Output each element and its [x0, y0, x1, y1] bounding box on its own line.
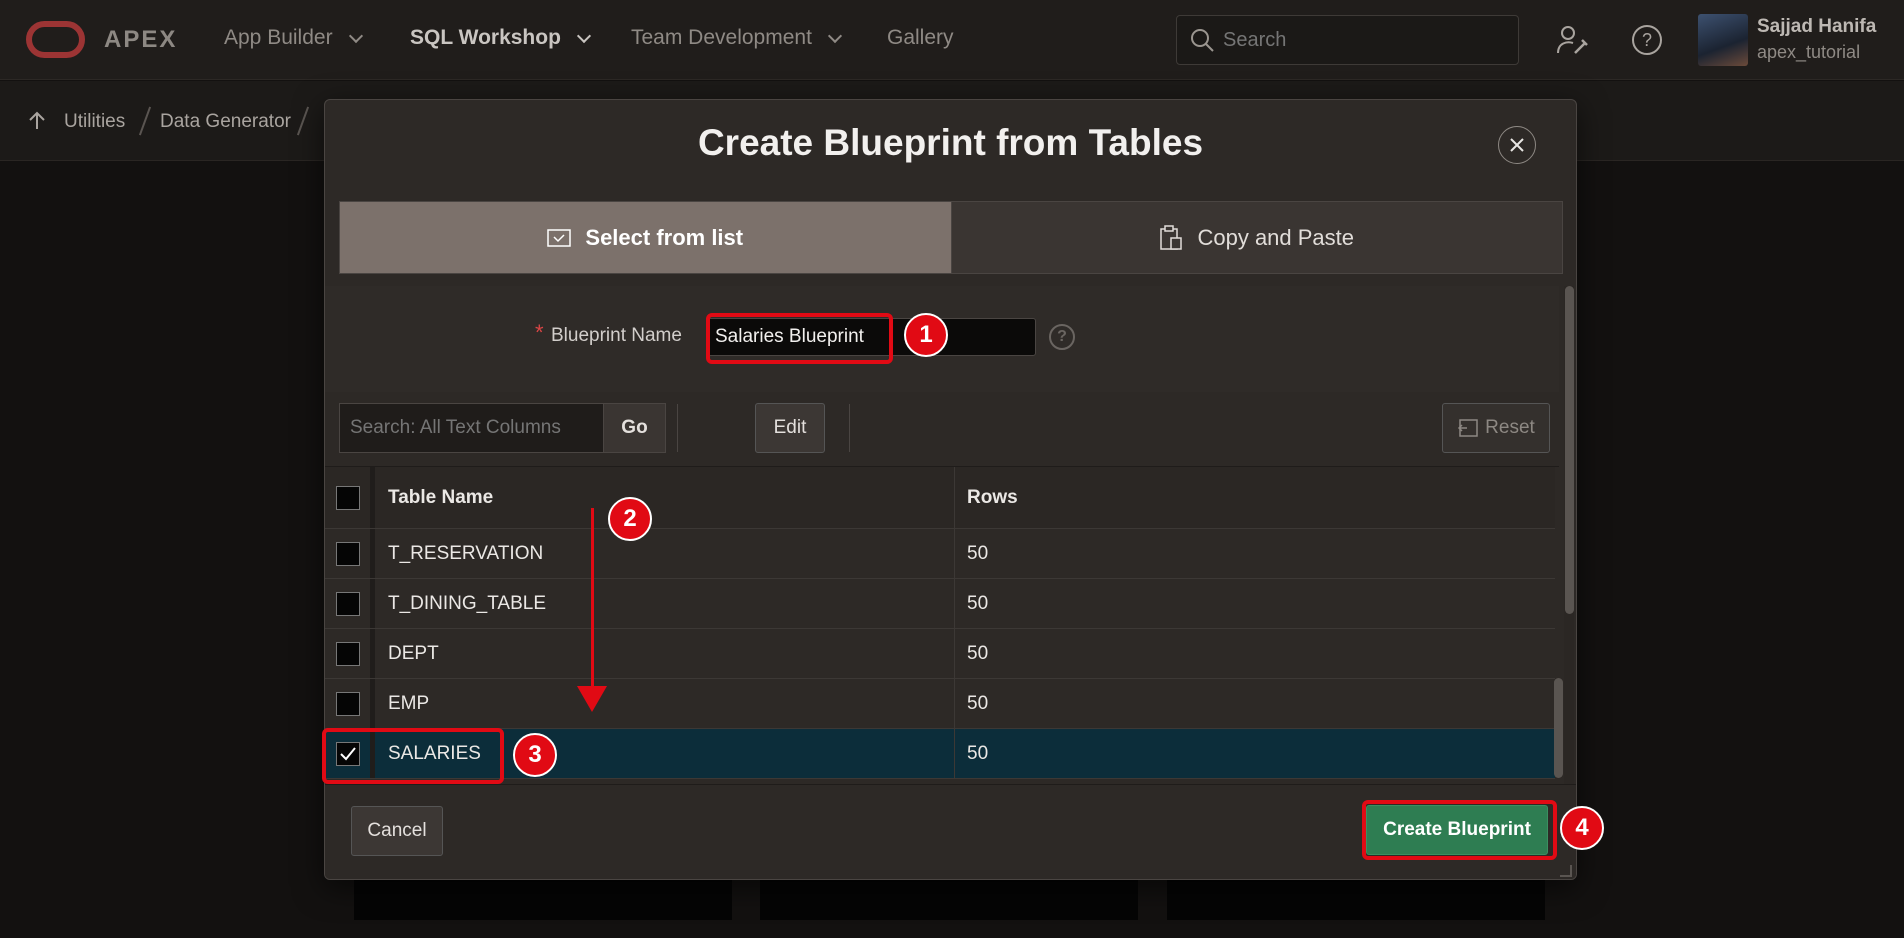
chevron-down-icon: [576, 28, 591, 43]
breadcrumb-data-generator[interactable]: Data Generator: [160, 111, 291, 133]
row-checkbox[interactable]: [335, 691, 360, 716]
nav-app-builder[interactable]: App Builder: [224, 26, 363, 50]
annotation-arrow-head: [577, 686, 607, 712]
rows-cell: 50: [967, 592, 989, 614]
close-button[interactable]: [1498, 126, 1536, 164]
help-icon[interactable]: ?: [1629, 22, 1665, 58]
breadcrumb-utilities[interactable]: Utilities: [64, 111, 125, 133]
arrow-up-icon[interactable]: [28, 111, 46, 131]
cancel-button[interactable]: Cancel: [351, 806, 443, 856]
select-all-cell: [325, 467, 375, 528]
toolbar-divider: [677, 404, 678, 452]
nav-sql-workshop[interactable]: SQL Workshop: [410, 26, 591, 50]
rows-cell: 50: [967, 642, 989, 664]
report-toolbar: Go Edit Reset: [325, 392, 1559, 467]
user-name[interactable]: Sajjad Hanifa: [1757, 16, 1876, 38]
row-select-cell: [325, 679, 375, 728]
admin-tools-icon[interactable]: [1554, 22, 1590, 58]
top-nav-bar: APEX App Builder SQL Workshop Team Devel…: [0, 0, 1904, 80]
nav-team-development-label: Team Development: [631, 26, 812, 49]
background-card: [1167, 880, 1545, 920]
blueprint-name-label: Blueprint Name: [551, 325, 682, 346]
annotation-highlight-1: [706, 313, 893, 364]
column-header-rows[interactable]: Rows: [955, 467, 1555, 528]
row-checkbox[interactable]: [335, 591, 360, 616]
rows-cell: 50: [967, 742, 989, 764]
annotation-badge-4: 4: [1560, 806, 1604, 850]
row-select-cell: [325, 529, 375, 578]
brand-name[interactable]: APEX: [104, 26, 177, 54]
dialog-title: Create Blueprint from Tables: [697, 122, 1204, 163]
nav-team-development[interactable]: Team Development: [631, 26, 842, 50]
rows-cell: 50: [967, 542, 989, 564]
annotation-highlight-3: [322, 728, 504, 784]
tab-select-from-list-label: Select from list: [585, 224, 744, 250]
table-name-cell: EMP: [375, 679, 955, 728]
annotation-badge-3: 3: [513, 733, 557, 777]
avatar[interactable]: [1698, 14, 1748, 66]
row-checkbox[interactable]: [335, 641, 360, 666]
chevron-down-icon: [827, 28, 842, 43]
tab-copy-and-paste[interactable]: Copy and Paste: [950, 202, 1562, 273]
nav-gallery[interactable]: Gallery: [887, 26, 954, 50]
annotation-arrow: [591, 508, 594, 688]
background-card: [760, 880, 1138, 920]
tab-copy-and-paste-label: Copy and Paste: [1197, 224, 1355, 250]
report-search-input[interactable]: [340, 404, 603, 452]
table-name-cell: DEPT: [375, 629, 955, 678]
table-header: Table Name Rows: [325, 467, 1555, 529]
reset-icon: [1458, 419, 1478, 437]
field-help-icon[interactable]: ?: [1049, 324, 1075, 350]
create-blueprint-dialog: Create Blueprint from Tables Select from…: [324, 99, 1577, 880]
svg-text:?: ?: [1642, 30, 1652, 50]
row-select-cell: [325, 579, 375, 628]
user-workspace: apex_tutorial: [1757, 42, 1861, 62]
select-all-checkbox[interactable]: [335, 485, 360, 510]
nav-gallery-label: Gallery: [887, 26, 954, 49]
annotation-badge-1: 1: [904, 313, 948, 357]
table-row[interactable]: EMP 50: [325, 679, 1555, 729]
resize-handle-icon[interactable]: [1560, 865, 1572, 877]
reset-button[interactable]: Reset: [1442, 403, 1550, 453]
oracle-logo-icon[interactable]: [26, 21, 85, 58]
chevron-down-icon: [348, 28, 363, 43]
go-button[interactable]: Go: [603, 404, 665, 452]
tables-grid: Table Name Rows T_RESERVATION 50 T_DININ…: [325, 467, 1555, 779]
nav-app-builder-label: App Builder: [224, 26, 333, 49]
dialog-scrollbar-thumb[interactable]: [1565, 286, 1574, 614]
table-row[interactable]: DEPT 50: [325, 629, 1555, 679]
edit-button[interactable]: Edit: [755, 403, 825, 453]
table-name-cell: T_DINING_TABLE: [375, 579, 955, 628]
global-search-input[interactable]: [1223, 28, 1503, 52]
tab-select-from-list[interactable]: Select from list: [340, 202, 951, 273]
report-search: Go: [339, 403, 666, 453]
nav-sql-workshop-label: SQL Workshop: [410, 26, 561, 49]
background-card: [354, 880, 732, 920]
table-name-cell: T_RESERVATION: [375, 529, 955, 578]
table-scrollbar-thumb[interactable]: [1554, 678, 1563, 778]
rows-cell: 50: [967, 692, 989, 714]
search-icon: [1191, 29, 1214, 52]
close-icon: [1510, 138, 1524, 152]
toolbar-divider: [849, 404, 850, 452]
table-row-selected[interactable]: SALARIES 50: [325, 729, 1555, 779]
row-checkbox[interactable]: [335, 541, 360, 566]
table-row[interactable]: T_RESERVATION 50: [325, 529, 1555, 579]
source-tabs: Select from list Copy and Paste: [339, 201, 1563, 274]
row-select-cell: [325, 629, 375, 678]
table-row[interactable]: T_DINING_TABLE 50: [325, 579, 1555, 629]
annotation-badge-2: 2: [608, 497, 652, 541]
column-header-table-name[interactable]: Table Name: [375, 467, 955, 528]
reset-button-label: Reset: [1485, 417, 1535, 438]
annotation-highlight-4: [1362, 800, 1557, 860]
required-indicator: *: [535, 320, 544, 345]
list-select-icon: [547, 228, 572, 247]
clipboard-icon: [1160, 224, 1183, 250]
global-search[interactable]: [1176, 15, 1519, 65]
